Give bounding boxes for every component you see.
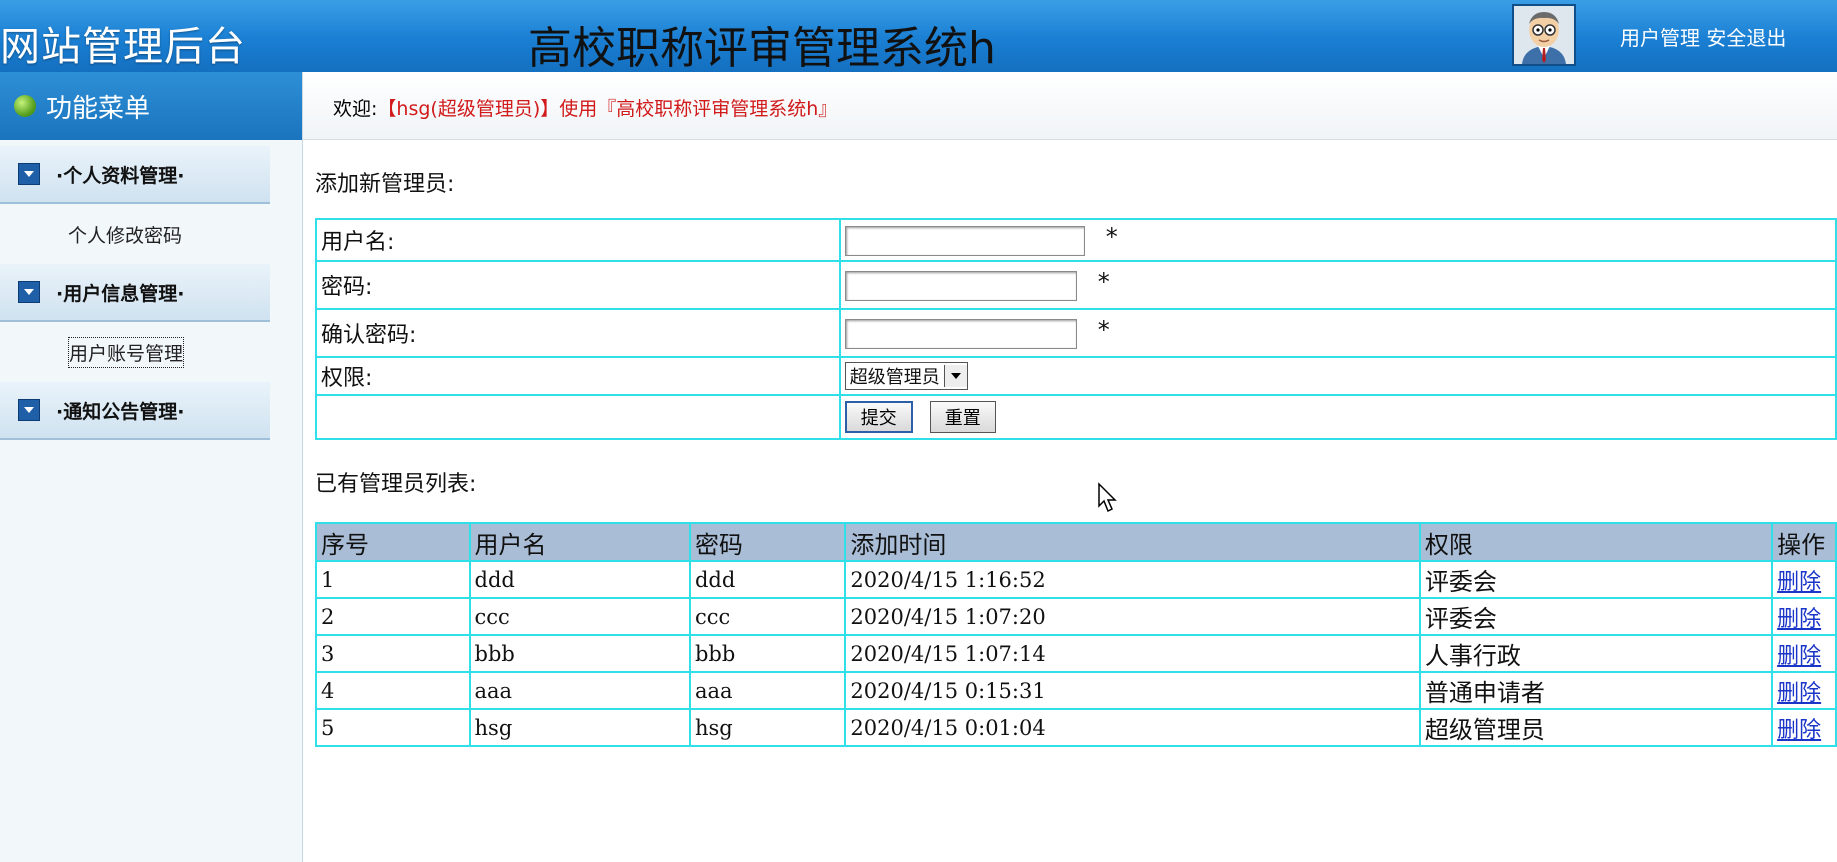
avatar [1512,4,1576,66]
cell-username: bbb [468,634,691,673]
cell-time: 2020/4/15 1:07:14 [844,634,1421,673]
username-input[interactable] [844,225,1085,256]
cell-password: bbb [688,634,847,673]
menu-group-users: ·用户信息管理· 用户账号管理 [0,264,302,382]
add-admin-title: 添加新管理员: [315,172,455,197]
delete-link[interactable]: 删除 [1777,681,1821,706]
welcome-prefix: 欢迎: [333,98,378,120]
permission-label: 权限: [315,356,841,396]
cell-id: 1 [315,560,471,599]
cell-password: ddd [688,560,847,599]
menu-group-header-notices[interactable]: ·通知公告管理· [0,382,270,440]
top-header: 网站管理后台 高校职称评审管理系统h 用户管理 安全退出 [0,0,1837,72]
delete-link[interactable]: 删除 [1777,718,1821,743]
permission-selected-value: 超级管理员 [849,367,940,388]
admin-list-title: 已有管理员列表: [315,472,477,497]
collapse-icon [18,163,40,185]
required-mark: * [1097,267,1110,296]
delete-link[interactable]: 删除 [1777,607,1821,632]
logout-link[interactable]: 安全退出 [1706,26,1786,50]
sidebar: 功能菜单 ·个人资料管理· 个人修改密码 ·用户信息管理· 用户账号管理 ·通知… [0,72,303,862]
column-header-permission: 权限 [1418,522,1774,562]
menu-group-profile: ·个人资料管理· 个人修改密码 [0,146,302,264]
add-admin-form: 用户名: * 密码: * 确认密码: * 权限: 超级管理员 提交 重置 [315,218,1837,440]
password-label: 密码: [315,260,841,310]
delete-link[interactable]: 删除 [1777,644,1821,669]
cell-password: hsg [688,708,847,747]
cell-role: 评委会 [1418,560,1774,599]
table-row: 4 aaa aaa 2020/4/15 0:15:31 普通申请者 删除 [315,671,1837,710]
menu-group-label: ·通知公告管理· [56,400,185,423]
password-input[interactable] [844,270,1077,301]
mouse-cursor-icon [1098,482,1117,513]
cell-role: 普通申请者 [1418,671,1774,710]
welcome-message: 欢迎:【hsg(超级管理员)】使用『高校职称评审管理系统h』 [333,94,837,121]
cell-role: 人事行政 [1418,634,1774,673]
collapse-icon [18,281,40,303]
cell-time: 2020/4/15 1:07:20 [844,597,1421,636]
column-header-id: 序号 [315,522,471,562]
sidebar-title: 功能菜单 [46,93,151,124]
cell-time: 2020/4/15 0:15:31 [844,671,1421,710]
admin-list-table: 序号 用户名 密码 添加时间 权限 操作 1 ddd ddd 2020/4/15… [315,522,1837,747]
cell-username: hsg [468,708,691,747]
column-header-action: 操作 [1771,522,1837,562]
welcome-bar: 欢迎:【hsg(超级管理员)】使用『高校职称评审管理系统h』 [303,72,1837,140]
cell-id: 3 [315,634,471,673]
menu-group-header-users[interactable]: ·用户信息管理· [0,264,270,322]
cell-time: 2020/4/15 0:01:04 [844,708,1421,747]
menu-group-label: ·用户信息管理· [56,282,185,305]
welcome-middle: 使用 [559,98,598,120]
delete-link[interactable]: 删除 [1777,570,1821,595]
table-header-row: 序号 用户名 密码 添加时间 权限 操作 [315,522,1837,562]
cell-role: 超级管理员 [1418,708,1774,747]
cell-username: ccc [468,597,691,636]
sidebar-item-label: 个人修改密码 [68,224,183,247]
required-mark: * [1097,315,1110,344]
menu-group-label: ·个人资料管理· [56,164,185,187]
cell-id: 2 [315,597,471,636]
sidebar-item-account-management[interactable]: 用户账号管理 [0,322,302,382]
reset-button[interactable]: 重置 [929,401,996,433]
menu-group-notices: ·通知公告管理· [0,382,302,440]
top-links: 用户管理 安全退出 [1620,22,1786,51]
cell-role: 评委会 [1418,597,1774,636]
collapse-icon [18,399,40,421]
submit-button[interactable]: 提交 [844,401,913,433]
permission-select[interactable]: 超级管理员 [844,362,968,390]
confirm-password-label: 确认密码: [315,308,841,358]
green-ball-icon [14,95,36,117]
username-label: 用户名: [315,218,841,262]
welcome-user: 【hsg(超级管理员)】 [377,98,560,120]
cell-username: aaa [468,671,691,710]
cell-id: 4 [315,671,471,710]
site-logo-text: 网站管理后台 [0,24,246,70]
table-row: 3 bbb bbb 2020/4/15 1:07:14 人事行政 删除 [315,634,1837,673]
table-row: 2 ccc ccc 2020/4/15 1:07:20 评委会 删除 [315,597,1837,636]
sidebar-header: 功能菜单 [0,72,302,140]
sidebar-item-label: 用户账号管理 [68,336,185,368]
cell-username: ddd [468,560,691,599]
confirm-password-input[interactable] [844,318,1077,349]
system-title: 高校职称评审管理系统h [528,23,996,72]
table-row: 5 hsg hsg 2020/4/15 0:01:04 超级管理员 删除 [315,708,1837,747]
cell-time: 2020/4/15 1:16:52 [844,560,1421,599]
welcome-system: 『高校职称评审管理系统h』 [597,98,838,120]
cell-id: 5 [315,708,471,747]
menu-group-header-profile[interactable]: ·个人资料管理· [0,146,270,204]
sidebar-item-change-password[interactable]: 个人修改密码 [0,204,302,264]
user-management-link[interactable]: 用户管理 [1620,26,1700,50]
cell-password: ccc [688,597,847,636]
column-header-password: 密码 [688,522,847,562]
dropdown-arrow-icon [943,365,967,387]
cell-password: aaa [688,671,847,710]
column-header-username: 用户名 [468,522,691,562]
table-row: 1 ddd ddd 2020/4/15 1:16:52 评委会 删除 [315,560,1837,599]
required-mark: * [1105,222,1118,251]
column-header-time: 添加时间 [844,522,1421,562]
